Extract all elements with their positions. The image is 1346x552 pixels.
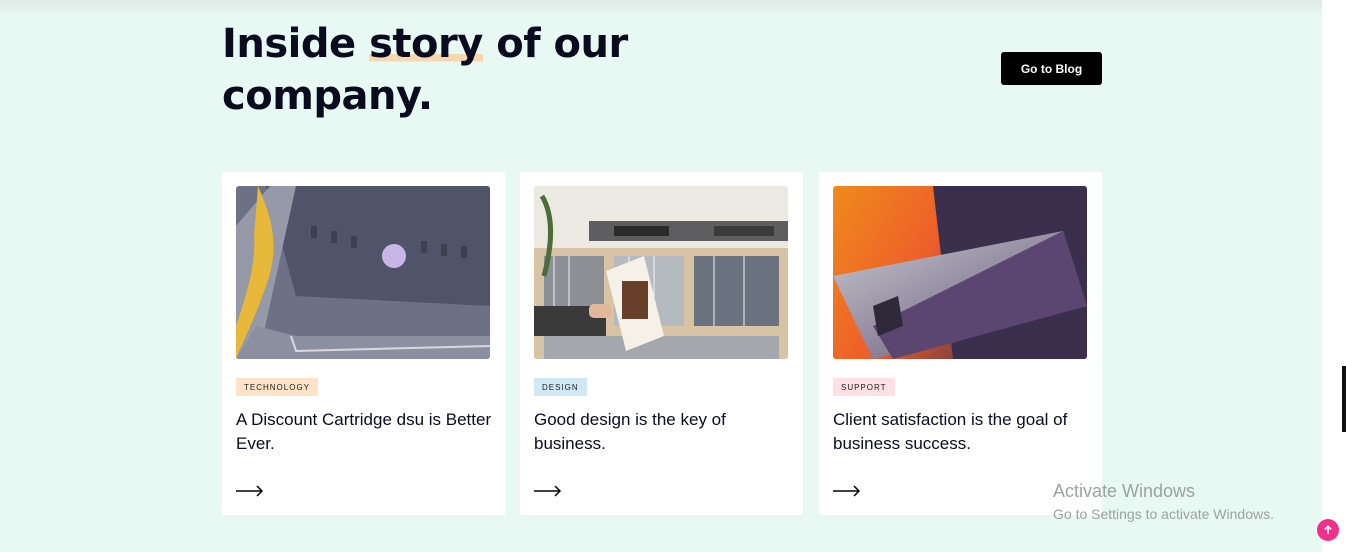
abstract-geometric-image: [833, 186, 1087, 359]
section-heading: Inside story of our company.: [222, 18, 642, 122]
go-to-blog-button[interactable]: Go to Blog: [1001, 52, 1102, 85]
category-tag[interactable]: DESIGN: [534, 378, 587, 396]
category-tag[interactable]: TECHNOLOGY: [236, 378, 319, 396]
card-title[interactable]: Good design is the key of business.: [534, 408, 792, 456]
arrow-up-icon: [1324, 525, 1332, 534]
arrow-right-icon[interactable]: [236, 484, 264, 498]
heading-prefix: Inside: [222, 21, 370, 67]
vinyl-records-image: [534, 186, 788, 359]
windows-activation-watermark: Activate Windows Go to Settings to activ…: [1053, 480, 1274, 524]
header-shadow: [0, 0, 1322, 16]
card-title[interactable]: A Discount Cartridge dsu is Better Ever.: [236, 408, 494, 456]
arrow-right-icon[interactable]: [534, 484, 562, 498]
card-title[interactable]: Client satisfaction is the goal of busin…: [833, 408, 1091, 456]
category-tag[interactable]: SUPPORT: [833, 378, 895, 396]
scrollbar-thumb[interactable]: [1342, 366, 1346, 432]
blog-card-support[interactable]: SUPPORT Client satisfaction is the goal …: [819, 172, 1102, 515]
scroll-to-top-button[interactable]: [1317, 519, 1339, 541]
building-reflection-image: [236, 186, 490, 359]
heading-highlight: story: [369, 21, 483, 67]
watermark-subtitle: Go to Settings to activate Windows.: [1053, 506, 1274, 522]
arrow-right-icon[interactable]: [833, 484, 861, 498]
blog-card-technology[interactable]: TECHNOLOGY A Discount Cartridge dsu is B…: [222, 172, 505, 515]
watermark-title: Activate Windows: [1053, 481, 1196, 501]
scrollbar-track[interactable]: [1322, 0, 1346, 552]
blog-card-design[interactable]: DESIGN Good design is the key of busines…: [520, 172, 803, 515]
